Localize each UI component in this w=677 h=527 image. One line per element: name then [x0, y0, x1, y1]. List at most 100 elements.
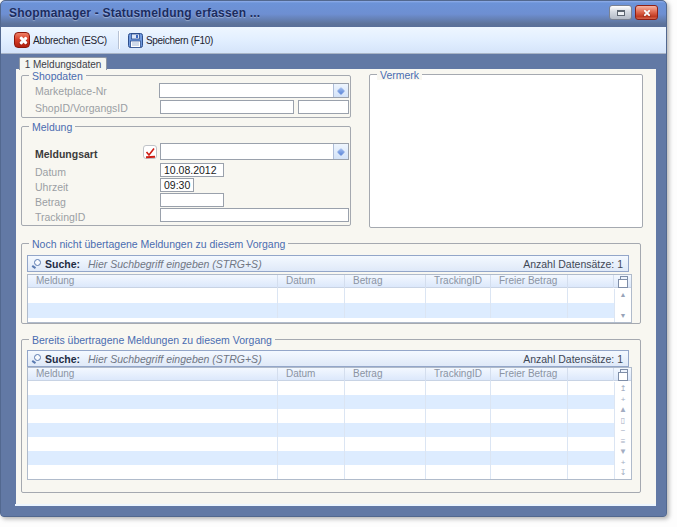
meldung-group-title: Meldung [29, 122, 75, 132]
table-row[interactable] [28, 423, 631, 437]
table-cell [426, 423, 491, 437]
table-cell [568, 395, 614, 409]
table-cell [345, 409, 426, 423]
table-cell [28, 303, 278, 318]
page-up-icon[interactable]: + [621, 395, 626, 404]
column-header-meldung[interactable]: Meldung [28, 275, 278, 288]
table-cell [426, 381, 491, 395]
vorgangsid-field[interactable] [298, 100, 349, 114]
table-cell [568, 288, 614, 303]
column-chooser-icon[interactable] [620, 276, 628, 283]
marketplace-nr-combobox[interactable] [159, 83, 349, 98]
restore-icon [617, 10, 625, 16]
record-count: Anzahl Datensätze: 1 [523, 258, 623, 270]
column-header-trackingid[interactable]: TrackingID [426, 368, 491, 381]
column-header-datum[interactable]: Datum [278, 368, 345, 381]
table-row[interactable] [28, 451, 631, 465]
table-cell [345, 395, 426, 409]
table-cell [278, 423, 345, 437]
table-cell [278, 288, 345, 303]
table-cell [28, 409, 278, 423]
window-title: Shopmanager - Statusmeldung erfassen ... [9, 6, 260, 20]
save-button[interactable]: Speichern (F10) [124, 29, 219, 52]
marketplace-dropdown-icon[interactable] [333, 84, 348, 97]
vermerk-textarea[interactable] [370, 75, 642, 227]
table-row[interactable] [28, 381, 631, 395]
column-header-datum[interactable]: Datum [278, 275, 345, 288]
tab-page: Shopdaten Marketplace-Nr ShopID/Vorgangs… [16, 69, 656, 505]
cancel-x-icon [14, 32, 30, 48]
transferred-group-title: Bereits übertragene Meldungen zu diesem … [29, 335, 275, 345]
column-header-freier-betrag[interactable]: Freier Betrag [491, 275, 568, 288]
meldungsart-combobox[interactable] [160, 143, 349, 160]
table-cell [345, 423, 426, 437]
column-header-betrag[interactable]: Betrag [345, 368, 426, 381]
column-header-freier-betrag[interactable]: Freier Betrag [491, 368, 568, 381]
pending-meldungen-group: Noch nicht übertagene Meldungen zu diese… [21, 243, 641, 324]
table-row[interactable] [28, 465, 631, 479]
cancel-button[interactable]: Abbrechen (ESC) [10, 29, 113, 52]
record-indicator-icon[interactable]: ▯ [621, 416, 625, 425]
table-cell [491, 303, 568, 318]
title-bar[interactable]: Shopmanager - Statusmeldung erfassen ... [1, 1, 666, 27]
table-cell [345, 381, 426, 395]
column-header-betrag[interactable]: Betrag [345, 275, 426, 288]
table-cell [345, 465, 426, 479]
table-cell [28, 395, 278, 409]
column-header-trackingid[interactable]: TrackingID [426, 275, 491, 288]
search-placeholder: Hier Suchbegriff eingeben (STRG+S) [88, 353, 262, 365]
transferred-search-bar[interactable]: Suche: Hier Suchbegriff eingeben (STRG+S… [27, 350, 629, 367]
tab-meldungsdaten[interactable]: 1 Meldungsdaten [19, 57, 107, 70]
search-icon [34, 354, 41, 361]
dialog-body: 1 Meldungsdaten Shopdaten Marketplace-Nr… [1, 54, 666, 516]
meldung-group: Meldung Meldungsart Datum 10.08.2012 Uhr… [21, 126, 351, 226]
pending-grid-scrollbar[interactable]: ▲ ▼ [614, 289, 631, 322]
table-row[interactable] [28, 288, 631, 303]
table-row[interactable] [28, 303, 631, 318]
table-cell [28, 451, 278, 465]
column-header-meldung[interactable]: Meldung [28, 368, 278, 381]
pending-grid: Meldung Datum Betrag TrackingID Freier B… [27, 274, 632, 323]
table-cell [426, 303, 491, 318]
toolbar-separator [118, 31, 119, 49]
scroll-up-icon[interactable]: ▲ [615, 291, 631, 299]
dataset-size-icon[interactable]: ≡ [621, 437, 626, 446]
table-cell [568, 451, 614, 465]
shopid-field[interactable] [160, 100, 294, 114]
grid-corner [614, 275, 631, 288]
move-prev-icon[interactable]: ▲ [619, 405, 627, 414]
table-cell [491, 381, 568, 395]
datum-field[interactable]: 10.08.2012 [160, 163, 224, 177]
pending-search-bar[interactable]: Suche: Hier Suchbegriff eingeben (STRG+S… [27, 255, 629, 272]
scroll-down-icon[interactable]: ▼ [615, 312, 631, 320]
table-cell [568, 409, 614, 423]
table-row[interactable] [28, 395, 631, 409]
search-icon [34, 259, 41, 266]
grid-corner [614, 368, 631, 381]
separator-dash-icon[interactable]: − [621, 426, 626, 435]
table-cell [278, 395, 345, 409]
table-cell [426, 465, 491, 479]
move-first-icon[interactable]: ↥ [620, 384, 627, 393]
column-chooser-icon[interactable] [620, 369, 628, 376]
table-cell [491, 288, 568, 303]
uhrzeit-field[interactable]: 09:30 [160, 178, 194, 192]
trackingid-field[interactable] [160, 208, 349, 222]
page-down-icon[interactable]: + [621, 458, 626, 467]
restore-button[interactable] [609, 5, 632, 20]
table-cell [491, 409, 568, 423]
table-row[interactable] [28, 409, 631, 423]
table-cell [491, 437, 568, 451]
vermerk-group: Vermerk [369, 74, 643, 228]
move-last-icon[interactable]: ↧ [620, 468, 627, 477]
move-next-icon[interactable]: ▼ [619, 447, 627, 456]
close-button[interactable] [635, 5, 658, 20]
table-cell [345, 451, 426, 465]
betrag-field[interactable] [160, 193, 224, 207]
shopid-vorgangsid-label: ShopID/VorgangsID [35, 102, 128, 114]
table-cell [426, 437, 491, 451]
meldungsart-dropdown-icon[interactable] [333, 144, 348, 159]
table-cell [278, 465, 345, 479]
table-cell [278, 409, 345, 423]
table-row[interactable] [28, 437, 631, 451]
